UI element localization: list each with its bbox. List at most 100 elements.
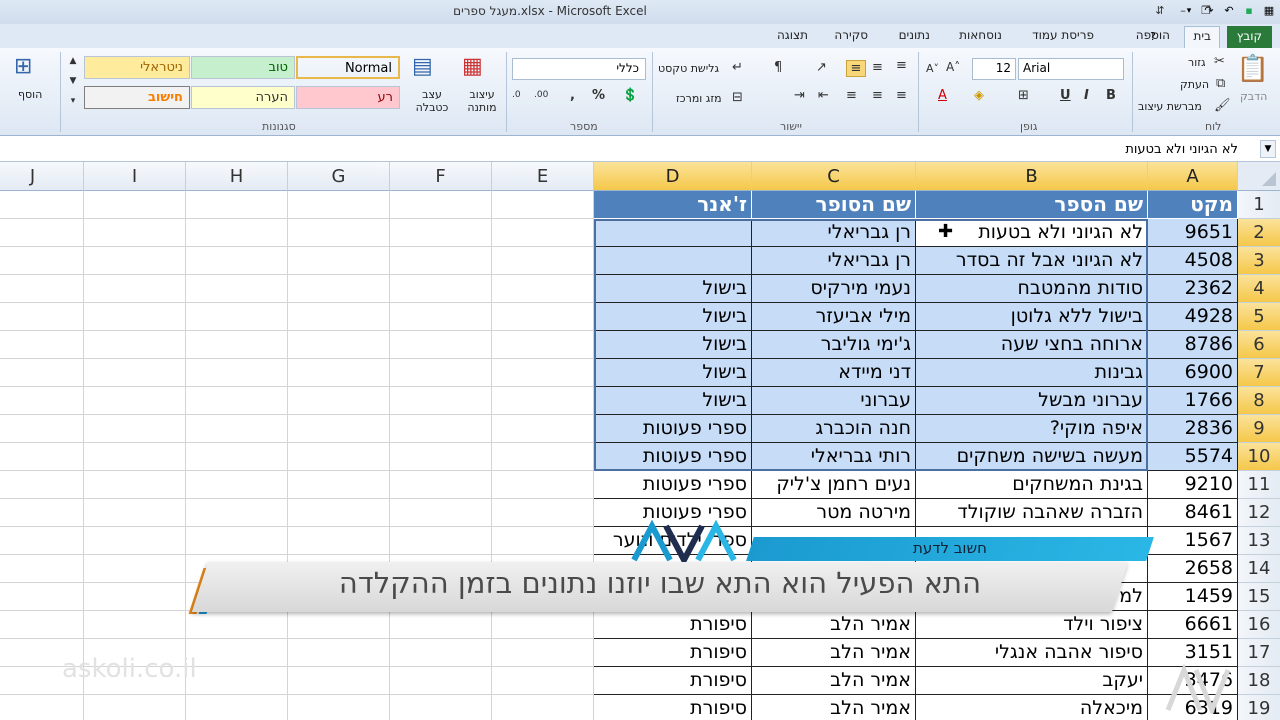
- empty-cell[interactable]: [492, 471, 594, 499]
- empty-cell[interactable]: [0, 219, 84, 247]
- empty-cell[interactable]: [186, 695, 288, 720]
- insert-cells-icon[interactable]: ⊞: [14, 54, 32, 79]
- sku-cell[interactable]: 9210: [1148, 471, 1238, 499]
- author-cell[interactable]: נעים רחמן צ'ליק: [752, 471, 916, 499]
- empty-cell[interactable]: [288, 443, 390, 471]
- empty-cell[interactable]: [390, 303, 492, 331]
- comma-style-icon[interactable]: ,: [570, 88, 575, 103]
- author-cell[interactable]: אמיר הלב: [752, 639, 916, 667]
- align-right-icon[interactable]: ≡: [896, 88, 907, 103]
- empty-cell[interactable]: [288, 695, 390, 720]
- sku-cell[interactable]: 2658: [1148, 555, 1238, 583]
- tab-review[interactable]: סקירה: [834, 28, 868, 42]
- empty-cell[interactable]: [186, 247, 288, 275]
- align-middle-icon[interactable]: ≡: [872, 60, 883, 75]
- empty-cell[interactable]: [186, 303, 288, 331]
- bold-icon[interactable]: B: [1106, 88, 1116, 103]
- empty-cell[interactable]: [492, 639, 594, 667]
- restore-icon[interactable]: ❐: [1196, 2, 1216, 20]
- author-cell[interactable]: ג'ימי גוליבר: [752, 331, 916, 359]
- empty-cell[interactable]: [0, 331, 84, 359]
- empty-cell[interactable]: [84, 303, 186, 331]
- sku-cell[interactable]: 2362: [1148, 275, 1238, 303]
- empty-cell[interactable]: [492, 247, 594, 275]
- genre-cell[interactable]: סיפורת: [594, 639, 752, 667]
- empty-cell[interactable]: [0, 443, 84, 471]
- empty-cell[interactable]: [0, 471, 84, 499]
- empty-cell[interactable]: [390, 275, 492, 303]
- empty-cell[interactable]: [288, 499, 390, 527]
- empty-cell[interactable]: [0, 695, 84, 720]
- empty-cell[interactable]: [186, 499, 288, 527]
- font-color-icon[interactable]: A: [938, 88, 947, 103]
- empty-cell[interactable]: [492, 499, 594, 527]
- author-cell[interactable]: רותי גבריאלי: [752, 443, 916, 471]
- sku-cell[interactable]: 6661: [1148, 611, 1238, 639]
- header-cell[interactable]: מקט: [1148, 191, 1238, 219]
- empty-cell[interactable]: [84, 247, 186, 275]
- author-cell[interactable]: מירטה מטר: [752, 499, 916, 527]
- empty-cell[interactable]: [288, 303, 390, 331]
- empty-cell[interactable]: [186, 387, 288, 415]
- empty-cell[interactable]: [288, 639, 390, 667]
- empty-cell[interactable]: [288, 415, 390, 443]
- empty-cell[interactable]: [492, 191, 594, 219]
- percent-icon[interactable]: %: [592, 88, 605, 103]
- genre-cell[interactable]: [594, 219, 752, 247]
- empty-cell[interactable]: [84, 219, 186, 247]
- currency-icon[interactable]: 💲: [622, 88, 638, 103]
- style-neutral[interactable]: ניטראלי: [84, 56, 190, 79]
- empty-cell[interactable]: [186, 415, 288, 443]
- row-header[interactable]: 6: [1238, 331, 1280, 359]
- genre-cell[interactable]: ספרי פעוטות: [594, 443, 752, 471]
- empty-cell[interactable]: [390, 471, 492, 499]
- row-header[interactable]: 5: [1238, 303, 1280, 331]
- row-header[interactable]: 17: [1238, 639, 1280, 667]
- tab-page-layout[interactable]: פריסת עמוד: [1032, 28, 1094, 42]
- row-header[interactable]: 7: [1238, 359, 1280, 387]
- grow-font-icon[interactable]: A˄: [946, 60, 960, 74]
- book-title-cell[interactable]: מיכאלה: [916, 695, 1148, 720]
- select-all-button[interactable]: [1238, 162, 1280, 191]
- empty-cell[interactable]: [288, 527, 390, 555]
- empty-cell[interactable]: [84, 191, 186, 219]
- empty-cell[interactable]: [186, 275, 288, 303]
- sku-cell[interactable]: 5574: [1148, 443, 1238, 471]
- empty-cell[interactable]: [288, 359, 390, 387]
- empty-cell[interactable]: [186, 359, 288, 387]
- empty-cell[interactable]: [186, 331, 288, 359]
- empty-cell[interactable]: [186, 611, 288, 639]
- column-header-e[interactable]: E: [492, 162, 594, 191]
- sku-cell[interactable]: 2836: [1148, 415, 1238, 443]
- font-name-select[interactable]: Arial: [1018, 58, 1124, 80]
- genre-cell[interactable]: בישול: [594, 359, 752, 387]
- column-header-h[interactable]: H: [186, 162, 288, 191]
- row-header[interactable]: 14: [1238, 555, 1280, 583]
- style-bad[interactable]: רע: [296, 86, 400, 109]
- empty-cell[interactable]: [84, 443, 186, 471]
- italic-icon[interactable]: I: [1084, 88, 1089, 103]
- paste-icon[interactable]: 📋: [1236, 54, 1270, 88]
- row-header[interactable]: 13: [1238, 527, 1280, 555]
- empty-cell[interactable]: [390, 667, 492, 695]
- empty-cell[interactable]: [390, 415, 492, 443]
- empty-cell[interactable]: [84, 527, 186, 555]
- genre-cell[interactable]: בישול: [594, 331, 752, 359]
- tab-formulas[interactable]: נוסחאות: [959, 28, 1002, 42]
- empty-cell[interactable]: [186, 443, 288, 471]
- empty-cell[interactable]: [390, 359, 492, 387]
- empty-cell[interactable]: [492, 359, 594, 387]
- empty-cell[interactable]: [186, 639, 288, 667]
- outdent-icon[interactable]: ⇤: [818, 88, 829, 103]
- empty-cell[interactable]: [390, 499, 492, 527]
- row-header[interactable]: 8: [1238, 387, 1280, 415]
- copy-button[interactable]: העתק: [1180, 78, 1209, 91]
- format-as-table-button[interactable]: עצב כטבלה: [410, 88, 454, 114]
- column-header-f[interactable]: F: [390, 162, 492, 191]
- empty-cell[interactable]: [84, 555, 186, 583]
- sku-cell[interactable]: 1766: [1148, 387, 1238, 415]
- styles-more-icon[interactable]: ▾: [66, 96, 80, 106]
- empty-cell[interactable]: [0, 387, 84, 415]
- ribbon-options-icon[interactable]: ⇵: [1150, 2, 1170, 20]
- empty-cell[interactable]: [288, 247, 390, 275]
